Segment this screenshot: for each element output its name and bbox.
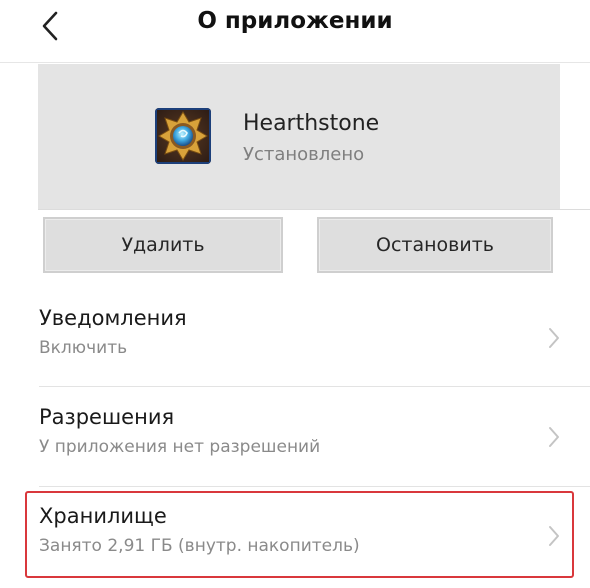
settings-item-storage[interactable]: Хранилище Занято 2,91 ГБ (внутр. накопит…	[0, 490, 590, 588]
app-name: Hearthstone	[243, 111, 380, 136]
uninstall-button[interactable]: Удалить	[43, 217, 283, 273]
header-divider	[0, 62, 590, 63]
app-install-status: Установлено	[243, 144, 365, 165]
app-info-card: Hearthstone Установлено	[38, 64, 560, 209]
chevron-right-icon	[549, 427, 559, 447]
item-divider	[39, 486, 590, 487]
settings-item-notifications[interactable]: Уведомления Включить	[0, 292, 590, 390]
page-title: О приложении	[197, 8, 393, 34]
item-subtitle: Включить	[39, 338, 128, 358]
item-subtitle: Занято 2,91 ГБ (внутр. накопитель)	[39, 536, 360, 556]
force-stop-button[interactable]: Остановить	[317, 217, 553, 273]
chevron-right-icon	[549, 526, 559, 546]
settings-item-permissions[interactable]: Разрешения У приложения нет разрешений	[0, 391, 590, 489]
card-divider	[38, 209, 590, 210]
chevron-right-icon	[549, 328, 559, 348]
item-divider	[39, 386, 590, 387]
item-title: Уведомления	[39, 306, 187, 330]
item-subtitle: У приложения нет разрешений	[39, 437, 321, 457]
item-title: Хранилище	[39, 504, 167, 528]
hearthstone-app-icon	[155, 108, 211, 164]
item-title: Разрешения	[39, 405, 175, 429]
header-bar: О приложении	[0, 0, 590, 62]
